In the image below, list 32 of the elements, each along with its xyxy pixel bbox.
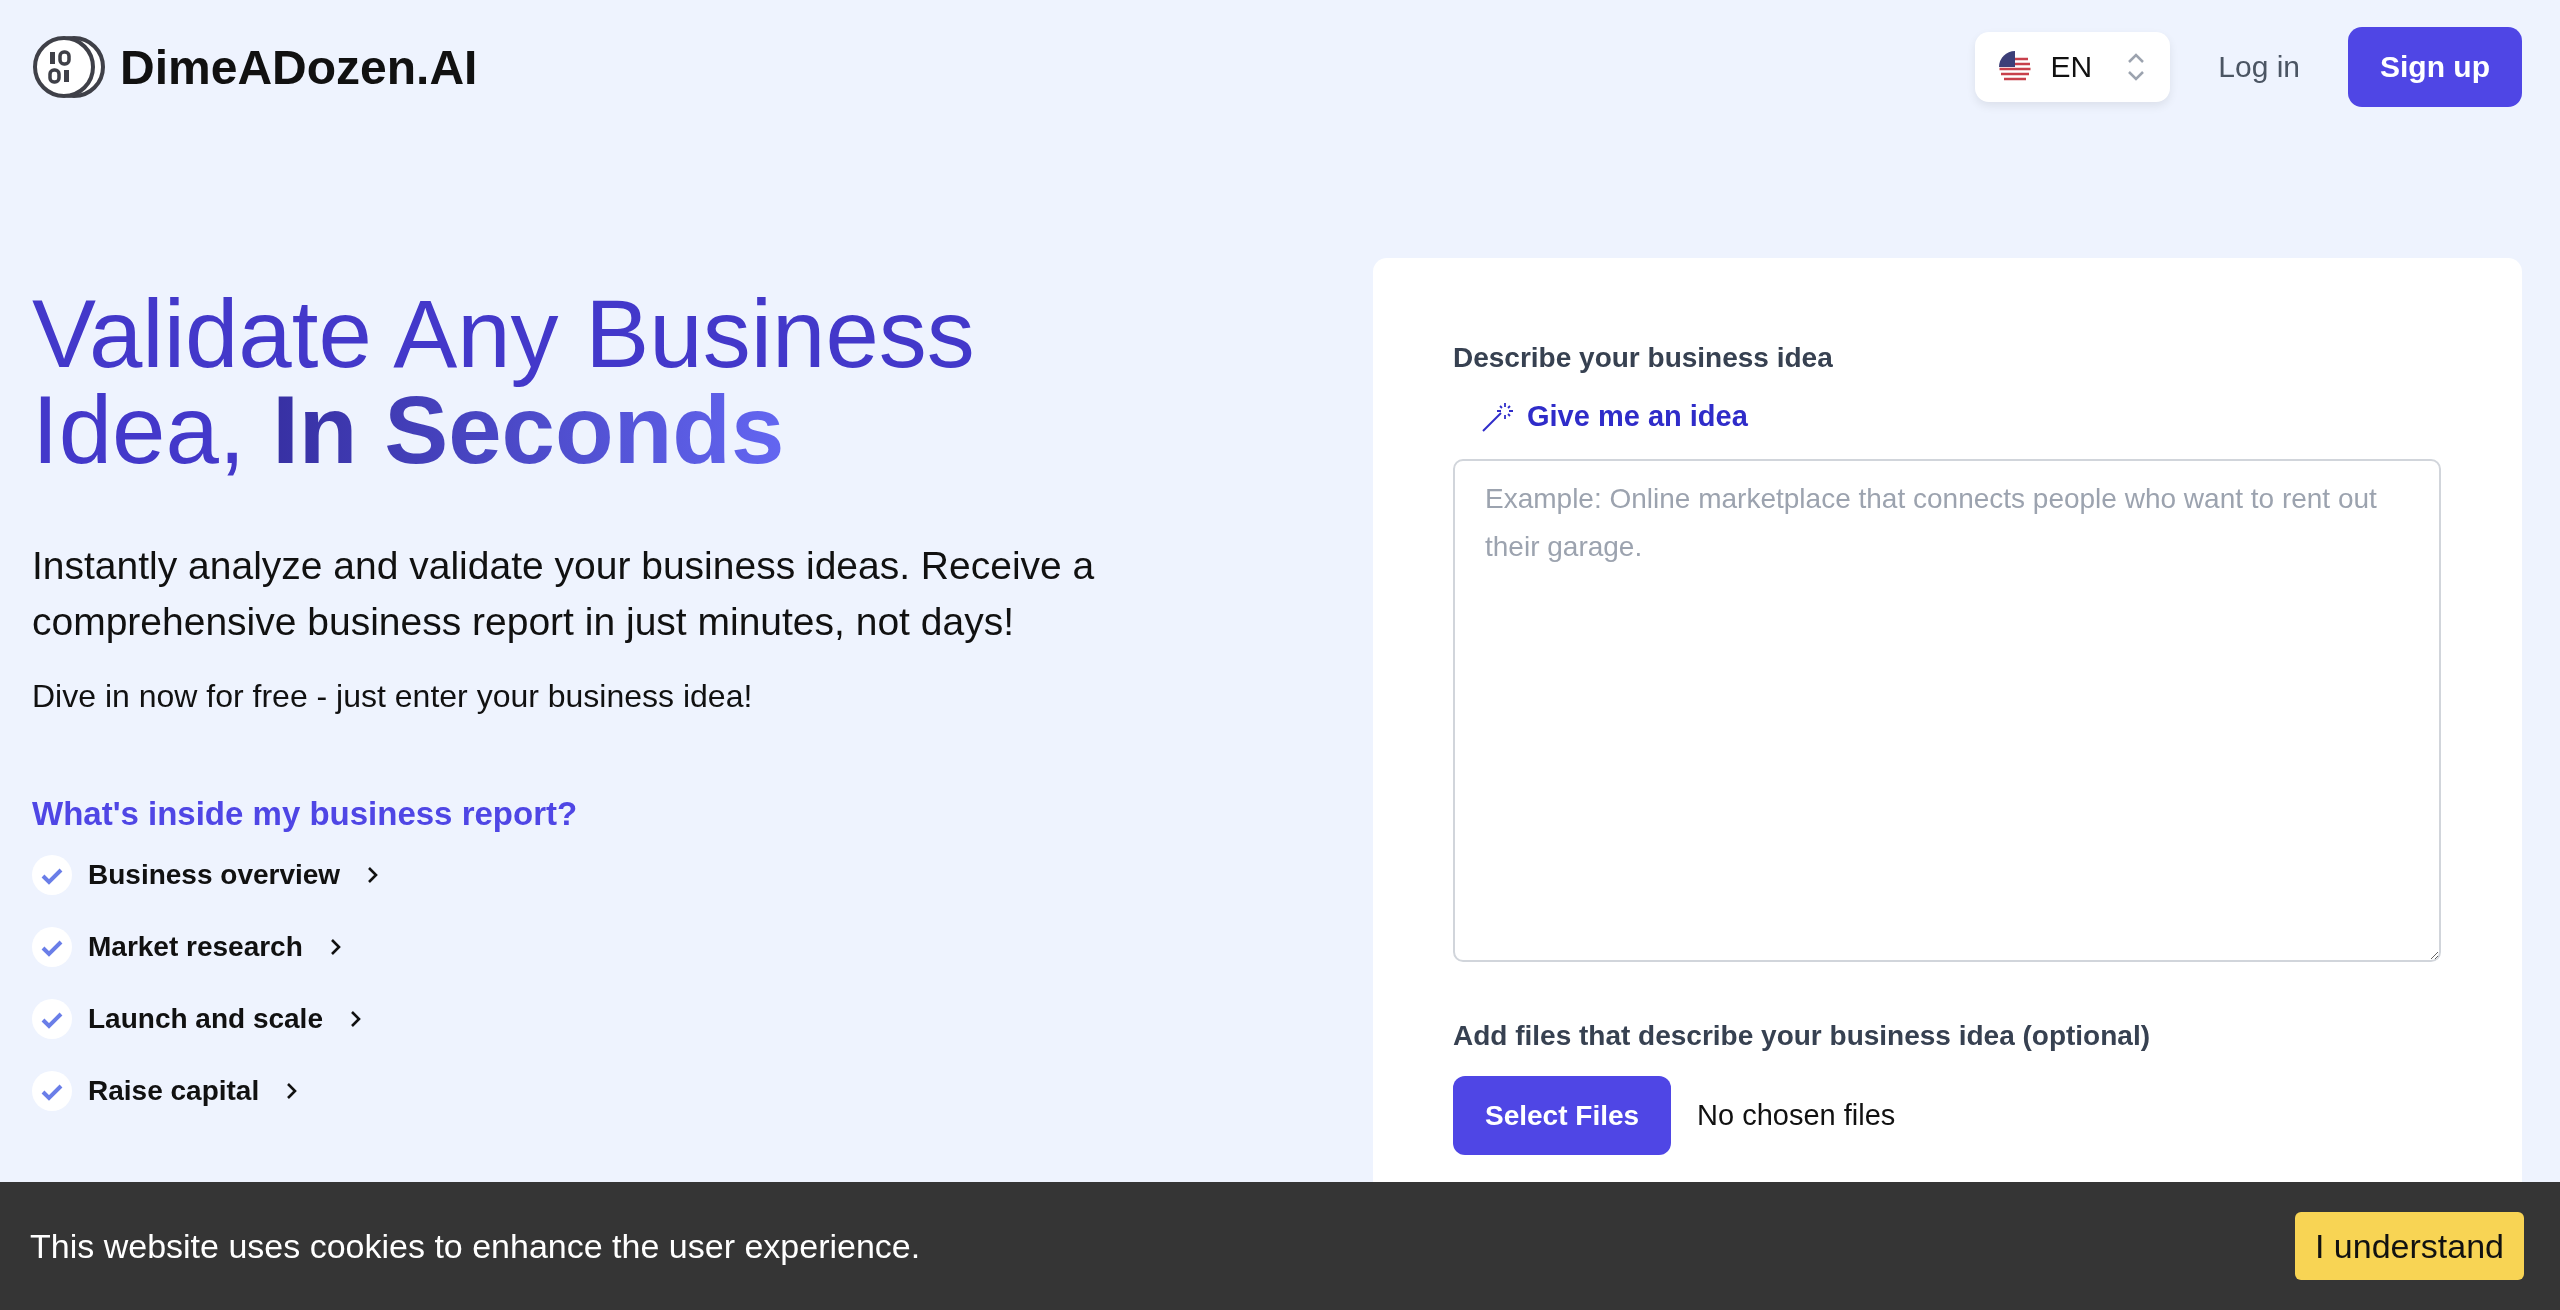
chevron-right-icon — [366, 866, 379, 884]
feature-link[interactable]: Raise capital — [88, 1075, 260, 1107]
feature-link[interactable]: Launch and scale — [88, 1003, 323, 1035]
select-files-button[interactable]: Select Files — [1453, 1076, 1672, 1155]
cookie-message: This website uses cookies to enhance the user experience. — [30, 1226, 921, 1266]
accept-cookies-button[interactable]: I understand — [2294, 1212, 2524, 1280]
hero-subtext: Dive in now for free - just enter your business idea! — [32, 678, 754, 715]
check-icon — [32, 1071, 72, 1111]
brand-name[interactable]: DimeADozen.AI — [120, 39, 478, 95]
chevron-right-icon — [328, 938, 341, 956]
give-idea-button[interactable]: Give me an idea — [1481, 400, 1748, 433]
chevron-updown-icon — [2126, 51, 2147, 83]
coin-logo-icon — [32, 35, 106, 99]
feature-link[interactable]: Business overview — [88, 859, 341, 891]
chevron-right-icon — [348, 1010, 361, 1028]
feature-link[interactable]: Market research — [88, 931, 303, 963]
file-status: No chosen files — [1697, 1099, 1896, 1132]
language-selector[interactable]: EN — [1974, 32, 2171, 102]
section-heading: What's inside my business report? — [32, 795, 579, 833]
hero-title: Validate Any Business Idea, In Seconds — [32, 286, 976, 478]
login-link[interactable]: Log in — [2218, 50, 2300, 84]
magic-wand-icon — [1481, 400, 1513, 433]
field-label: Add files that describe your business idea (optional) — [1453, 1020, 2150, 1052]
check-icon — [32, 855, 72, 895]
hero-description: Instantly analyze and validate your business ideas. Receive a comprehensive business report in just minutes, not days! — [32, 543, 1096, 645]
check-icon — [32, 927, 72, 967]
flag-icon — [1998, 51, 2031, 83]
signup-button[interactable]: Sign up — [2348, 27, 2522, 107]
idea-input-field[interactable]: Example: Online marketplace that connects people who want to rent out their garage. — [1453, 459, 2441, 962]
check-icon — [32, 999, 72, 1039]
field-label: Describe your business idea — [1453, 342, 1833, 374]
chevron-right-icon — [285, 1082, 298, 1100]
